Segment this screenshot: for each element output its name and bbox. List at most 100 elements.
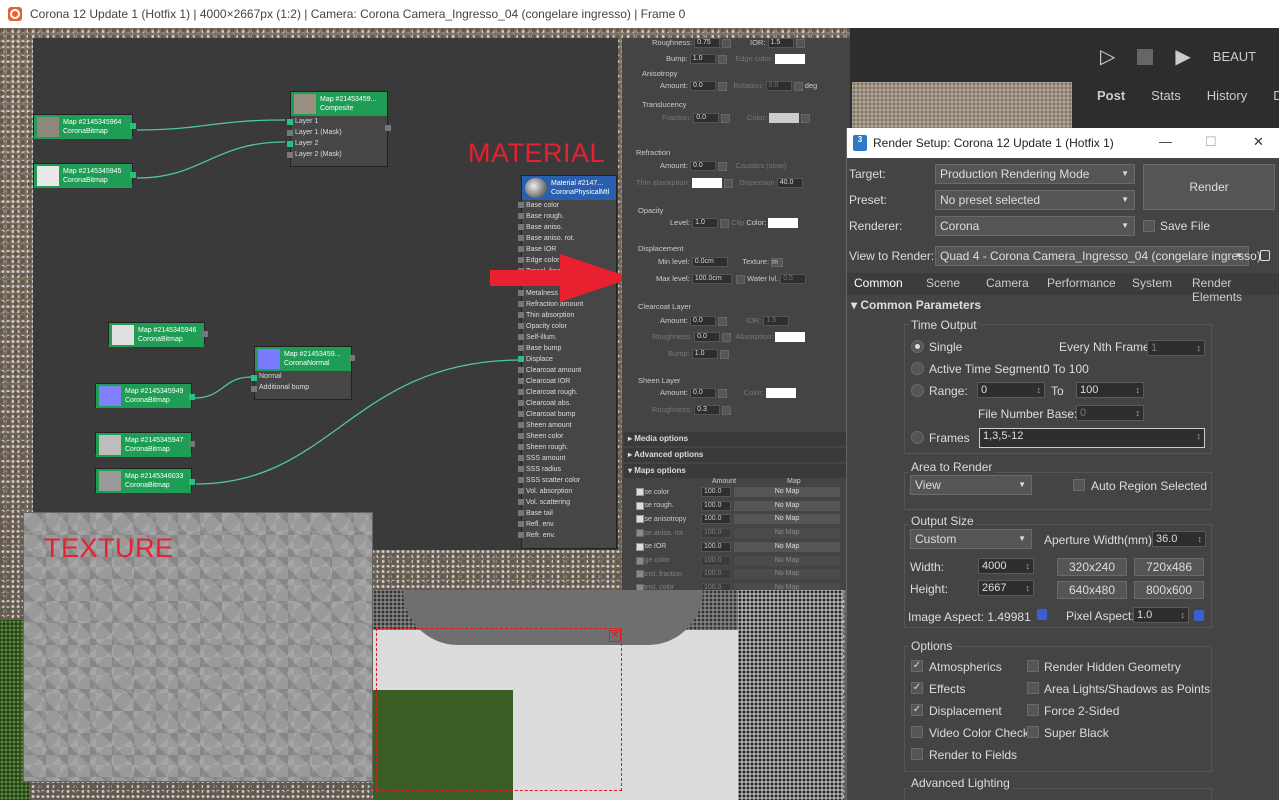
aniso-map-slot[interactable] xyxy=(718,81,728,91)
range-from-spinner[interactable]: 0 xyxy=(977,382,1045,398)
map-amount-spinner[interactable]: 100.0 xyxy=(701,487,731,497)
clearcoat-bump-spinner[interactable]: 1.0 xyxy=(691,349,718,360)
render-fields-checkbox[interactable] xyxy=(911,748,923,760)
input-socket[interactable] xyxy=(518,356,524,362)
input-socket[interactable] xyxy=(287,141,293,147)
map-node-6[interactable]: Map #2145346033 CoronaBitmap xyxy=(95,468,195,493)
map-amount-spinner[interactable]: 100.0 xyxy=(701,555,731,566)
single-radio[interactable] xyxy=(911,340,924,353)
clearcoat-ior-spinner[interactable]: 1.5 xyxy=(763,316,790,327)
area-lights-checkbox[interactable] xyxy=(1027,682,1039,694)
map-enable-checkbox[interactable] xyxy=(636,556,644,565)
map-node-5[interactable]: Map #2145345947 CoronaBitmap xyxy=(95,432,195,457)
beauty-label[interactable]: BEAUT xyxy=(1213,49,1256,64)
map-enable-checkbox[interactable] xyxy=(636,570,644,579)
input-socket[interactable] xyxy=(518,202,524,208)
rotation-map-slot[interactable] xyxy=(793,81,803,91)
water-level-spinner[interactable]: 0.5 xyxy=(780,274,807,285)
clearcoat-amount-spinner[interactable]: 0.0 xyxy=(690,316,717,327)
map-amount-spinner[interactable]: 100.0 xyxy=(701,500,731,511)
atmospherics-checkbox[interactable]: ✓ xyxy=(911,660,923,672)
map-amount-spinner[interactable]: 100.0 xyxy=(701,514,731,525)
input-socket[interactable] xyxy=(518,499,524,505)
roughness-map-slot[interactable] xyxy=(722,38,732,48)
render-button[interactable]: Render xyxy=(1143,164,1275,210)
map-amount-spinner[interactable]: 100.0 xyxy=(701,541,731,552)
input-socket[interactable] xyxy=(518,367,524,373)
map-enable-checkbox[interactable] xyxy=(636,515,644,524)
map-enable-checkbox[interactable] xyxy=(636,542,644,551)
preset-800x600-button[interactable]: 800x600 xyxy=(1134,581,1204,599)
sheen-amount-spinner[interactable]: 0.0 xyxy=(690,388,717,399)
map-slot-button[interactable]: No Map xyxy=(734,555,840,566)
tab-common[interactable]: Common xyxy=(854,276,903,290)
input-socket[interactable] xyxy=(518,224,524,230)
input-socket[interactable] xyxy=(518,235,524,241)
rollout-maps-options[interactable]: ▾ Maps options xyxy=(624,464,850,478)
play-icon[interactable]: ▷ xyxy=(1100,44,1115,69)
active-segment-radio[interactable] xyxy=(911,362,924,375)
input-socket[interactable] xyxy=(287,152,293,158)
thin-absorption-map-slot[interactable] xyxy=(723,178,733,188)
displacement-texture-slot[interactable]: m xyxy=(771,257,784,267)
ior-map-slot[interactable] xyxy=(795,38,805,48)
map-enable-checkbox[interactable] xyxy=(636,529,644,538)
output-socket[interactable] xyxy=(349,355,355,361)
input-socket[interactable] xyxy=(518,400,524,406)
output-socket[interactable] xyxy=(189,394,195,400)
sheen-map-slot[interactable] xyxy=(718,388,728,398)
map-slot-button[interactable]: No Map xyxy=(734,569,840,580)
rollout-media-options[interactable]: ▸ Media options xyxy=(624,432,850,446)
input-socket[interactable] xyxy=(251,375,257,381)
every-nth-spinner[interactable]: 1 xyxy=(1147,340,1205,356)
input-socket[interactable] xyxy=(518,521,524,527)
opacity-color-swatch[interactable] xyxy=(768,218,799,229)
rollout-advanced-options[interactable]: ▸ Advanced options xyxy=(624,448,850,462)
max-level-spinner[interactable]: 100.0cm xyxy=(691,274,732,285)
output-size-preset-dropdown[interactable]: Custom xyxy=(910,529,1032,549)
tab-d[interactable]: D xyxy=(1273,88,1279,103)
maximize-icon[interactable]: ☐ xyxy=(1205,134,1217,150)
input-socket[interactable] xyxy=(518,466,524,472)
frames-input[interactable]: 1,3,5-12 xyxy=(979,428,1205,448)
map-node-2[interactable]: Map #2145345945 CoronaBitmap xyxy=(33,163,136,188)
normal-node[interactable]: Map #21453459... CoronaNormal Normal Addi… xyxy=(251,346,355,400)
map-slot-button[interactable]: No Map xyxy=(734,528,840,539)
output-socket[interactable] xyxy=(202,331,208,337)
fraction-map-slot[interactable] xyxy=(721,113,731,123)
input-socket[interactable] xyxy=(518,312,524,318)
map-enable-checkbox[interactable] xyxy=(636,488,644,496)
input-socket[interactable] xyxy=(287,119,293,125)
thin-absorption-swatch[interactable] xyxy=(691,178,722,189)
input-socket[interactable] xyxy=(518,488,524,494)
input-socket[interactable] xyxy=(287,130,293,136)
input-socket[interactable] xyxy=(518,378,524,384)
file-number-base-spinner[interactable]: 0 xyxy=(1076,405,1144,421)
clearcoat-bump-slot[interactable] xyxy=(719,349,729,359)
view-to-render-dropdown[interactable]: Quad 4 - Corona Camera_Ingresso_04 (cong… xyxy=(935,246,1261,266)
refraction-map-slot[interactable] xyxy=(718,161,728,171)
input-socket[interactable] xyxy=(518,510,524,516)
map-amount-spinner[interactable]: 100.0 xyxy=(701,528,731,539)
image-aspect-lock-icon[interactable] xyxy=(1037,609,1047,620)
caustics-checkbox[interactable]: Caustics (slow) xyxy=(735,161,786,170)
tab-post[interactable]: Post xyxy=(1097,88,1125,103)
tab-scene[interactable]: Scene xyxy=(926,276,960,290)
input-socket[interactable] xyxy=(518,334,524,340)
bump-spinner[interactable]: 1.0 xyxy=(689,54,716,65)
translucency-color-swatch[interactable] xyxy=(769,113,800,124)
roughness-spinner[interactable]: 0.75 xyxy=(694,38,721,49)
tab-stats[interactable]: Stats xyxy=(1151,88,1181,103)
range-to-spinner[interactable]: 100 xyxy=(1076,382,1144,398)
output-socket[interactable] xyxy=(385,125,391,131)
output-socket[interactable] xyxy=(130,123,136,129)
map-enable-checkbox[interactable] xyxy=(636,501,644,510)
output-socket[interactable] xyxy=(130,172,136,178)
clip-checkbox[interactable]: Clip xyxy=(731,218,744,227)
range-radio[interactable] xyxy=(911,384,924,397)
map-slot-button[interactable]: No Map xyxy=(734,514,840,525)
target-dropdown[interactable]: Production Rendering Mode xyxy=(935,164,1135,184)
clearcoat-map-slot[interactable] xyxy=(718,316,728,326)
tab-system[interactable]: System xyxy=(1132,276,1172,290)
video-color-checkbox[interactable] xyxy=(911,726,923,738)
